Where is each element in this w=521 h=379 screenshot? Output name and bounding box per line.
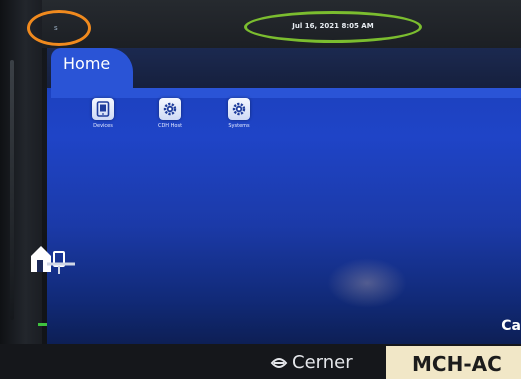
asset-tag-label: MCH-AC xyxy=(386,346,521,379)
app-devices-label: Devices xyxy=(93,123,113,129)
screen-corner-text: Ca xyxy=(501,318,521,334)
screen-reflection xyxy=(327,258,407,308)
brand-name: Cerner xyxy=(292,352,353,373)
tab-body-strip xyxy=(51,88,521,98)
monitor-left-frame xyxy=(0,0,42,379)
app-cdh-host[interactable]: CDH Host xyxy=(144,98,196,129)
monitor-photo: s Jul 16, 2021 8:05 AM Home Devices CDH … xyxy=(0,0,521,379)
brand-logo: Cerner xyxy=(270,352,353,373)
tab-home[interactable]: Home xyxy=(51,48,133,92)
tab-home-label: Home xyxy=(63,54,111,73)
status-led xyxy=(38,323,47,326)
gear-icon xyxy=(228,98,250,120)
app-devices[interactable]: Devices xyxy=(77,98,129,129)
highlight-green-circle xyxy=(244,11,422,43)
home-dock-icon[interactable] xyxy=(27,236,77,276)
app-systems-label: Systems xyxy=(228,123,250,129)
app-cdh-host-label: CDH Host xyxy=(157,123,183,129)
cerner-logo-icon xyxy=(270,357,288,368)
application-screen: Home Devices CDH Host Systems Ca xyxy=(47,48,521,344)
highlight-orange-circle xyxy=(27,10,91,46)
device-icon xyxy=(92,98,114,120)
gear-icon xyxy=(159,98,181,120)
app-systems[interactable]: Systems xyxy=(213,98,265,129)
